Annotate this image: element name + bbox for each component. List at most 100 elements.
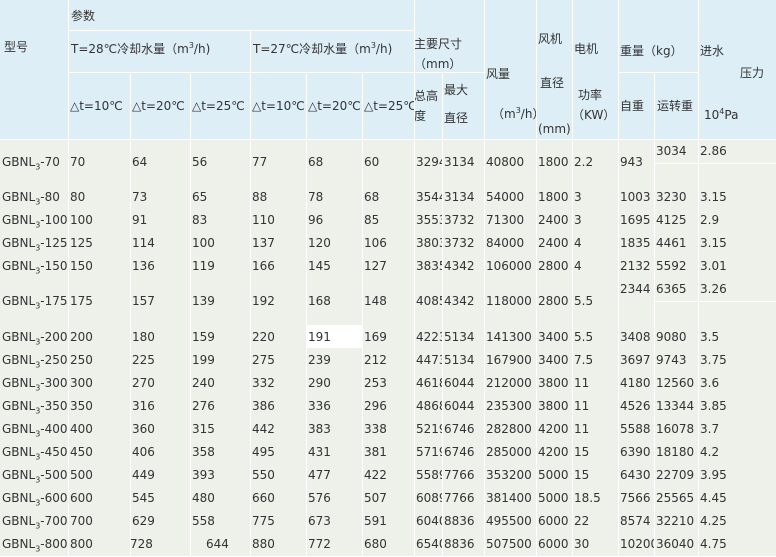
table-cell: 276 [190, 394, 250, 417]
cell-value: 6540 [416, 537, 442, 551]
header-model-label: 型号 [4, 40, 29, 54]
table-cell: 1695 [618, 208, 654, 231]
cell-value: 8836 [444, 537, 475, 551]
model-cell: GBNL3-250 [0, 348, 68, 371]
cell-value: 169 [364, 330, 387, 344]
cell-value: 7.5 [574, 353, 594, 367]
cell-value: 148 [364, 294, 387, 308]
cell-value: 3408 [620, 330, 651, 344]
cell-value: 2.9 [700, 213, 720, 227]
table-cell: 100 [68, 208, 130, 231]
table-cell: 235300 [484, 394, 536, 417]
table-cell: 13344 [654, 394, 698, 417]
table-cell: 336 [306, 394, 362, 417]
table-cell: 2800 [536, 254, 572, 277]
header-params-label: 参数 [71, 9, 96, 23]
cell-value: 332 [252, 376, 275, 390]
cell-value: 360 [132, 422, 155, 436]
cell-value: 276 [192, 399, 215, 413]
table-cell: 3544 [414, 185, 442, 208]
cell-value: 2400 [538, 213, 569, 227]
cell-value: 290 [308, 376, 331, 390]
table-cell: 9743 [654, 348, 698, 371]
table-cell: 5588 [618, 417, 654, 440]
cell-value: 60 [364, 155, 380, 169]
header-motor-power: 电机 功率 （KW） [572, 0, 618, 139]
cell-value: 3134 [444, 155, 475, 169]
table-cell: 1800 [536, 139, 572, 185]
table-cell: 775 [250, 509, 306, 532]
cell-value: 4 [574, 259, 582, 273]
table-cell: 4342 [442, 277, 484, 325]
table-cell: 545 [130, 486, 190, 509]
table-cell: 3.6 [698, 371, 776, 394]
cell-value: 3.85 [700, 399, 727, 413]
cell-value: 10200 [620, 537, 654, 551]
cell-value: 2.86 [700, 144, 727, 158]
table-cell: 6040 [414, 509, 442, 532]
model-cell: GBNL3-175 [0, 277, 68, 325]
table-cell: 285000 [484, 440, 536, 463]
table-cell: 3697 [618, 348, 654, 371]
table-cell: 40800 [484, 139, 536, 185]
table-cell: 3800 [536, 394, 572, 417]
table-cell: 4342 [442, 254, 484, 277]
table-cell: 600 [68, 486, 130, 509]
model-cell: GBNL3-125 [0, 231, 68, 254]
table-cell: 358 [190, 440, 250, 463]
cell-value: 18.5 [574, 491, 601, 505]
table-cell: 477 [306, 463, 362, 486]
table-cell: 495 [250, 440, 306, 463]
table-cell: 3408 [618, 325, 654, 348]
cell-value: 3 [574, 213, 582, 227]
table-cell: 60 [362, 139, 414, 185]
cell-value: 7766 [444, 468, 475, 482]
table-cell: 381 [362, 440, 414, 463]
cell-value: 5.5 [574, 330, 594, 344]
cell-value: 1800 [538, 190, 569, 204]
cell-value: 316 [132, 399, 155, 413]
table-cell: 381400 [484, 486, 536, 509]
table-cell: 54000 [484, 185, 536, 208]
cell-value: 110 [252, 213, 275, 227]
cell-value: 285000 [486, 445, 532, 459]
table-cell: 5589 [414, 463, 442, 486]
table-cell: 240 [190, 371, 250, 394]
table-cell: 4.75 [698, 532, 776, 556]
table-cell: 353200 [484, 463, 536, 486]
header-t28-dt25: △t=25℃ [190, 72, 250, 139]
table-cell: 8574 [618, 509, 654, 532]
cell-value: 239 [308, 353, 331, 367]
cell-value: 192 [252, 294, 275, 308]
table-cell: 4.25 [698, 509, 776, 532]
cell-value: 3 [574, 190, 582, 204]
cell-value: 477 [308, 468, 331, 482]
cell-value: 480 [192, 491, 215, 505]
cell-value: 3.15 [700, 190, 727, 204]
cell-value: 13344 [656, 399, 695, 413]
table-cell: 199 [190, 348, 250, 371]
table-cell: 6746 [442, 440, 484, 463]
header-weight-run: 运转重 [654, 72, 698, 139]
cell-value: 12560 [656, 376, 695, 390]
header-params-cell: 参数 [68, 0, 414, 30]
cell-value: 5592 [656, 259, 687, 273]
cell-value: 4085 [416, 294, 442, 308]
cell-value: 4868 [416, 399, 442, 413]
cell-value: 83 [192, 213, 208, 227]
spec-table: 型号 参数 T=28℃冷却水量（m3/h) T=27℃冷却水量（m3/h) △t… [0, 0, 776, 557]
cell-value: 422 [364, 468, 387, 482]
table-cell: 96 [306, 208, 362, 231]
cell-value: 32210 [656, 514, 695, 528]
table-cell: 3.85 [698, 394, 776, 417]
table-cell: 3.75 [698, 348, 776, 371]
cell-value: 54000 [486, 190, 525, 204]
cell-value: 139 [192, 294, 215, 308]
cell-value: 772 [308, 537, 331, 551]
cell-value: 4473 [416, 353, 442, 367]
table-cell: 32210 [654, 509, 698, 532]
table-cell: 4618 [414, 371, 442, 394]
cell-value: 3134 [444, 190, 475, 204]
cell-value: 9080 [656, 330, 687, 344]
cell-value: 15 [574, 468, 590, 482]
